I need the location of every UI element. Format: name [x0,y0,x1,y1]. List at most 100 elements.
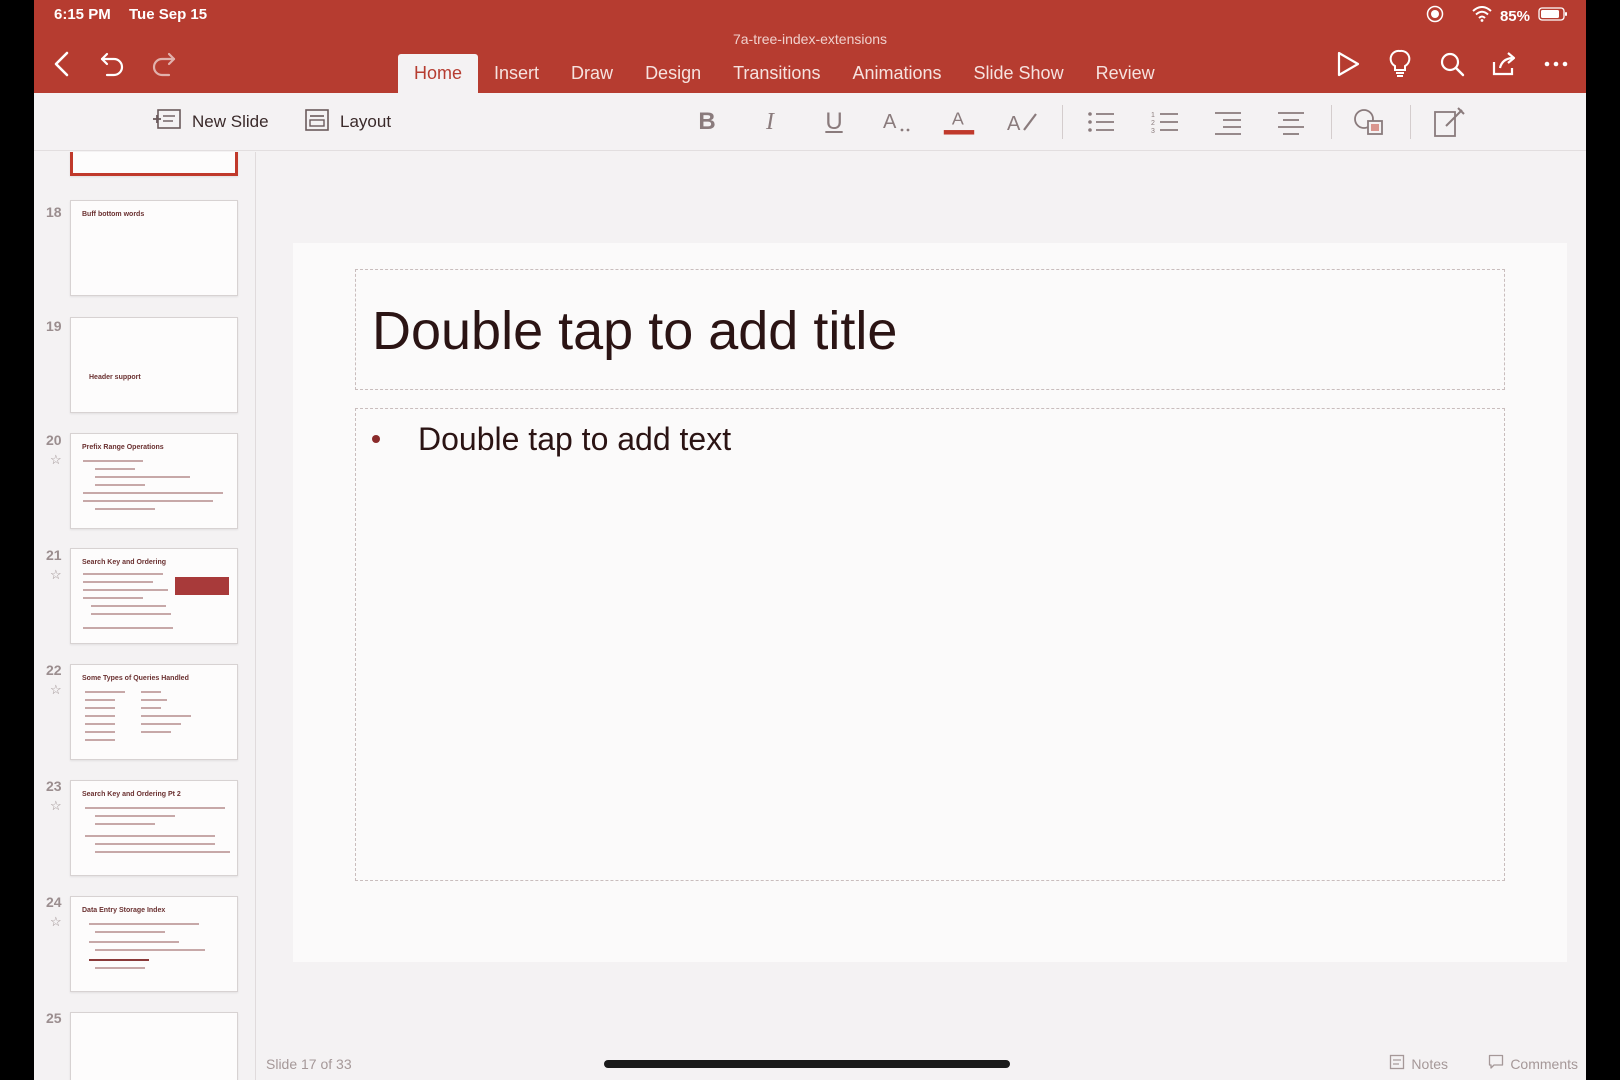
share-icon[interactable] [1488,48,1520,80]
ribbon-divider [1331,105,1332,139]
home-ribbon: New Slide Layout B I U A A A 123 [34,93,1586,151]
ribbon-tabs: Home Insert Draw Design Transitions Anim… [398,54,1171,93]
slide-number: 24 [46,894,62,910]
transition-star-icon: ☆ [50,798,62,813]
slide-thumbnail-pane[interactable]: 18 Buff bottom words 19 Header support 2… [34,152,256,1080]
shapes-icon[interactable] [1352,105,1386,139]
play-icon[interactable] [1332,48,1364,80]
slide-number: 22 [46,662,62,678]
slide-thumbnail-18[interactable]: Buff bottom words [70,200,238,296]
tab-insert[interactable]: Insert [478,54,555,93]
format-shape-icon[interactable] [1432,105,1466,139]
undo-icon[interactable] [96,48,128,80]
new-slide-label: New Slide [192,112,269,131]
thumbnail-title: Some Types of Queries Handled [82,675,189,682]
slide-canvas: Double tap to add title Double tap to ad… [256,152,1586,1080]
transition-star-icon: ☆ [50,452,62,467]
slide-number: 25 [46,1010,62,1026]
notes-label: Notes [1411,1055,1448,1072]
slide-thumbnail-21[interactable]: Search Key and Ordering [70,548,238,644]
back-chevron-icon[interactable] [46,48,78,80]
bulleted-list-icon[interactable] [1084,105,1118,139]
slide-thumbnail-19[interactable]: Header support [70,317,238,413]
svg-text:3: 3 [1151,128,1155,135]
slide-thumbnail-22[interactable]: Some Types of Queries Handled [70,664,238,760]
font-size-icon[interactable]: A [880,105,914,139]
current-slide: Double tap to add title Double tap to ad… [293,243,1567,962]
slide-number: 20 [46,432,62,448]
comments-button[interactable]: Comments [1488,1054,1578,1073]
tab-animations[interactable]: Animations [836,54,957,93]
tab-draw[interactable]: Draw [555,54,629,93]
notes-button[interactable]: Notes [1389,1054,1448,1073]
thumbnail-title: Prefix Range Operations [82,444,164,451]
slide-number: 19 [46,318,62,334]
indent-icon[interactable] [1211,105,1245,139]
tab-design[interactable]: Design [629,54,717,93]
body-placeholder-text: Double tap to add text [418,421,732,457]
transition-star-icon: ☆ [50,914,62,929]
svg-text:1: 1 [1151,112,1155,119]
slide-counter: Slide 17 of 33 [266,1056,352,1072]
thumbnail-title: Search Key and Ordering [82,559,167,566]
status-indicators: 85% [1426,5,1568,27]
more-options-icon[interactable] [1540,48,1572,80]
ribbon-divider [1410,105,1411,139]
font-color-icon[interactable]: A [942,105,976,139]
slide-thumbnail-23[interactable]: Search Key and Ordering Pt 2 [70,780,238,876]
status-time: 6:15 PM [54,6,111,23]
align-center-icon[interactable] [1274,105,1308,139]
underline-icon[interactable]: U [817,105,851,139]
title-bar: 6:15 PM Tue Sep 15 7a-tree-index-extensi… [34,0,1586,93]
transition-star-icon: ☆ [50,682,62,697]
thumbnail-title: Search Key and Ordering Pt 2 [82,791,181,798]
svg-text:A: A [952,109,964,129]
battery-icon [1538,7,1568,25]
title-placeholder-text: Double tap to add title [372,301,898,361]
comments-label: Comments [1510,1055,1578,1072]
transition-star-icon: ☆ [50,567,62,582]
svg-text:A: A [883,111,897,133]
italic-icon[interactable]: I [753,105,787,139]
layout-button[interactable]: Layout [304,106,391,138]
new-slide-button[interactable]: New Slide [152,106,269,138]
status-date: Tue Sep 15 [129,6,208,23]
layout-label: Layout [340,112,392,131]
home-indicator[interactable] [604,1060,1010,1068]
wifi-icon [1472,6,1492,26]
slide-number: 23 [46,778,62,794]
document-title: 7a-tree-index-extensions [732,31,888,47]
slide-number: 18 [46,204,62,220]
app-screen: 6:15 PM Tue Sep 15 7a-tree-index-extensi… [34,0,1586,1080]
numbered-list-icon[interactable]: 123 [1148,105,1182,139]
slide-thumbnail-25[interactable] [70,1012,238,1080]
title-placeholder[interactable]: Double tap to add title [355,269,1505,390]
slide-thumbnail-20[interactable]: Prefix Range Operations [70,433,238,529]
battery-percent: 85% [1499,7,1530,25]
comments-icon [1488,1054,1504,1073]
notes-icon [1389,1054,1405,1073]
toolbar-right-actions [1332,48,1572,80]
search-icon[interactable] [1436,48,1468,80]
new-slide-icon [152,108,182,137]
layout-icon [304,108,330,137]
tab-transitions[interactable]: Transitions [717,54,836,93]
thumbnail-title: Header support [89,374,141,381]
bold-icon[interactable]: B [690,105,724,139]
slide-thumbnail-24[interactable]: Data Entry Storage Index [70,896,238,992]
text-highlight-icon[interactable]: A [1006,105,1040,139]
tab-slide-show[interactable]: Slide Show [958,54,1080,93]
bullet-point [372,435,380,443]
redo-icon[interactable] [148,48,180,80]
tab-review[interactable]: Review [1080,54,1171,93]
lightbulb-icon[interactable] [1384,48,1416,80]
svg-text:2: 2 [1151,120,1155,127]
screen-record-icon [1426,5,1444,27]
slide-number: 21 [46,547,62,563]
slide-thumbnail-17[interactable] [70,152,238,176]
svg-text:A: A [1007,113,1021,135]
body-placeholder[interactable]: Double tap to add text [355,408,1505,881]
ribbon-divider [1062,105,1063,139]
tab-home[interactable]: Home [398,54,479,93]
thumbnail-title: Buff bottom words [82,211,145,218]
